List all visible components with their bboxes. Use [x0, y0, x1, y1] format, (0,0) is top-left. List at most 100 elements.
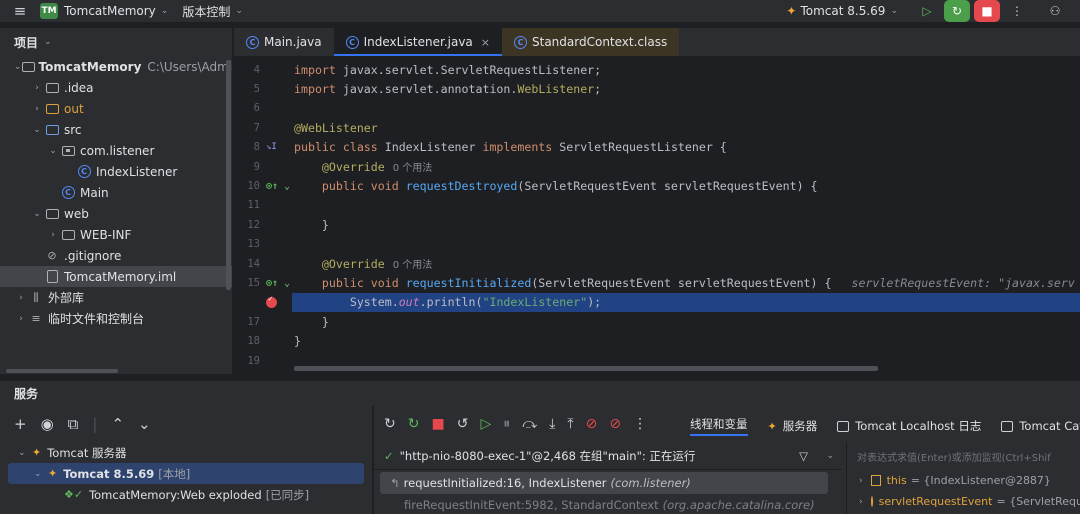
line-number[interactable]: 12 — [234, 219, 260, 231]
run-config-selector[interactable]: ✦ Tomcat 8.5.69 ⌄ — [786, 4, 906, 18]
code-line[interactable]: 5 import javax.servlet.annotation.WebList… — [234, 79, 1080, 98]
close-icon[interactable]: × — [481, 36, 490, 49]
more-icon[interactable]: ⋮ — [633, 416, 647, 432]
usages-hint[interactable]: 0 个用法 — [393, 256, 433, 271]
chevron-right-icon[interactable]: › — [30, 83, 44, 93]
variable-row[interactable]: › this = {IndexListener@2887} — [847, 470, 1080, 491]
new-tab-icon[interactable]: ⧉ — [68, 415, 79, 433]
code-line[interactable]: 7 @WebListener — [234, 118, 1080, 137]
add-user-icon[interactable]: ⚇ — [1042, 0, 1068, 22]
tree-item[interactable]: C IndexListener — [0, 161, 232, 182]
line-number[interactable]: 10 — [234, 180, 260, 192]
variable-row[interactable]: › servletRequestEvent= {ServletReque — [847, 491, 1080, 512]
implements-marker-icon[interactable]: ↘I — [266, 142, 277, 152]
editor-tab[interactable]: C StandardContext.class — [502, 28, 680, 56]
chevron-right-icon[interactable]: › — [859, 497, 863, 507]
override-marker-icon[interactable]: ⊙↑ ⌄ — [266, 278, 290, 289]
rerun-icon[interactable]: ↻ — [384, 416, 396, 432]
line-number[interactable]: 15 — [234, 277, 260, 289]
code-line[interactable]: 13 — [234, 235, 1080, 254]
resume-icon[interactable]: ▷ — [914, 0, 940, 22]
chevron-down-icon[interactable]: ⌄ — [30, 209, 44, 219]
expand-all-icon[interactable]: ⌃ — [111, 415, 124, 433]
chevron-down-icon[interactable]: ⌄ — [826, 451, 834, 461]
tree-item[interactable]: ⊘ .gitignore — [0, 245, 232, 266]
more-icon[interactable]: ⋮ — [1004, 0, 1030, 22]
pause-icon[interactable]: ⏸ — [503, 416, 510, 432]
thread-selector[interactable]: ✓ "http-nio-8080-exec-1"@2,468 在组"main":… — [374, 442, 842, 470]
chevron-down-icon[interactable]: ⌄ — [161, 6, 169, 16]
chevron-right-icon[interactable]: › — [46, 230, 60, 240]
service-item[interactable]: ⌄ ✦ Tomcat 服务器 — [0, 442, 372, 463]
stop-icon[interactable]: ■ — [974, 0, 1000, 22]
line-number[interactable]: 18 — [234, 335, 260, 347]
tree-item[interactable]: › WEB-INF — [0, 224, 232, 245]
override-marker-icon[interactable]: ⊙↑ ⌄ — [266, 181, 290, 192]
project-selector[interactable]: TomcatMemory — [64, 4, 156, 18]
code-line[interactable]: 18} — [234, 332, 1080, 351]
restart-icon[interactable]: ↺ — [457, 416, 469, 432]
line-number[interactable]: 19 — [234, 355, 260, 367]
code-line[interactable]: 10 ⊙↑ ⌄ public void requestDestroyed(Serv… — [234, 176, 1080, 195]
step-over-icon[interactable]: ⤼ — [522, 416, 537, 432]
debug-rerun-icon[interactable]: ↻ — [408, 416, 420, 432]
code-line[interactable]: 14 @Override 0 个用法 — [234, 254, 1080, 273]
line-number[interactable]: 5 — [234, 83, 260, 95]
tree-item[interactable]: ⌄ com.listener — [0, 140, 232, 161]
code-line[interactable]: 6 — [234, 99, 1080, 118]
chevron-right-icon[interactable]: › — [30, 104, 44, 114]
eye-icon[interactable]: ◉ — [41, 415, 54, 433]
editor-tab[interactable]: C Main.java — [234, 28, 334, 56]
code-line[interactable]: 9 @Override 0 个用法 — [234, 157, 1080, 176]
chevron-right-icon[interactable]: › — [14, 314, 28, 324]
service-item[interactable]: ⌄ ✦ Tomcat 8.5.69 [本地] — [8, 463, 364, 484]
chevron-right-icon[interactable]: › — [859, 476, 863, 486]
chevron-down-icon[interactable]: ⌄ — [46, 146, 60, 156]
line-number[interactable]: 14 — [234, 258, 260, 270]
chevron-right-icon[interactable]: › — [14, 293, 28, 303]
line-number[interactable]: 8 — [234, 141, 260, 153]
debugger-tab[interactable]: Tomcat Localhost 日志 — [837, 418, 981, 434]
tree-item[interactable]: › ⫼ 外部库 — [0, 287, 232, 308]
tree-item[interactable]: › ≡ 临时文件和控制台 — [0, 308, 232, 329]
project-panel-header[interactable]: 项目 ⌄ — [0, 28, 232, 56]
debug-rerun-icon[interactable]: ↻ — [944, 0, 970, 22]
line-number[interactable]: 13 — [234, 238, 260, 250]
evaluate-expression-input[interactable]: 对表达式求值(Enter)或添加监视(Ctrl+Shif — [847, 442, 1080, 470]
editor-tab[interactable]: C IndexListener.java × — [333, 28, 503, 56]
code-line[interactable]: 12 } — [234, 215, 1080, 234]
chevron-down-icon[interactable]: ⌄ — [14, 62, 22, 72]
code-line[interactable]: 4 import javax.servlet.ServletRequestList… — [234, 60, 1080, 79]
code-line[interactable]: 8 ↘I public class IndexListener implements… — [234, 138, 1080, 157]
chevron-down-icon[interactable]: ⌄ — [34, 469, 48, 479]
mute-breakpoints-icon[interactable]: ⊘ — [609, 416, 621, 432]
project-horizontal-scrollbar[interactable] — [0, 368, 232, 374]
code-line[interactable]: System.out.println("IndexListener"); — [234, 293, 1080, 312]
chevron-down-icon[interactable]: ⌄ — [235, 6, 243, 16]
code-line[interactable]: 15 ⊙↑ ⌄ public void requestInitialized(Se… — [234, 273, 1080, 292]
resume-icon[interactable]: ▷ — [480, 416, 491, 432]
breakpoint-icon[interactable] — [266, 294, 277, 308]
step-out-icon[interactable]: ⤒ — [567, 416, 573, 432]
step-into-icon[interactable]: ⤓ — [549, 416, 555, 432]
line-number[interactable]: 17 — [234, 316, 260, 328]
debugger-tab[interactable]: 线程和变量 — [690, 416, 748, 436]
tree-item[interactable]: TomcatMemory.iml — [0, 266, 232, 287]
stop-icon[interactable]: ■ — [431, 416, 444, 432]
tree-item[interactable]: ⌄ TomcatMemory C:\Users\Administ — [0, 56, 232, 77]
stack-frame[interactable]: ↰ requestInitialized:16, IndexListener (c… — [380, 472, 828, 494]
tree-item[interactable]: ⌄ src — [0, 119, 232, 140]
editor-horizontal-scrollbar[interactable] — [294, 366, 878, 371]
filter-icon[interactable]: ▽ — [799, 449, 808, 463]
line-number[interactable]: 4 — [234, 64, 260, 76]
collapse-all-icon[interactable]: ⌄ — [138, 415, 151, 433]
stack-frame[interactable]: fireRequestInitEvent:5982, StandardConte… — [374, 494, 842, 514]
vcs-menu[interactable]: 版本控制 — [182, 3, 230, 20]
code-line[interactable]: 11 — [234, 196, 1080, 215]
line-number[interactable]: 7 — [234, 122, 260, 134]
chevron-down-icon[interactable]: ⌄ — [18, 448, 32, 458]
main-menu-icon[interactable]: ≡ — [0, 2, 40, 20]
service-item[interactable]: ❖✓ TomcatMemory:Web exploded [已同步] — [0, 484, 372, 505]
code-editor[interactable]: 4 import javax.servlet.ServletRequestList… — [234, 56, 1080, 374]
add-service-icon[interactable]: + — [14, 415, 27, 433]
